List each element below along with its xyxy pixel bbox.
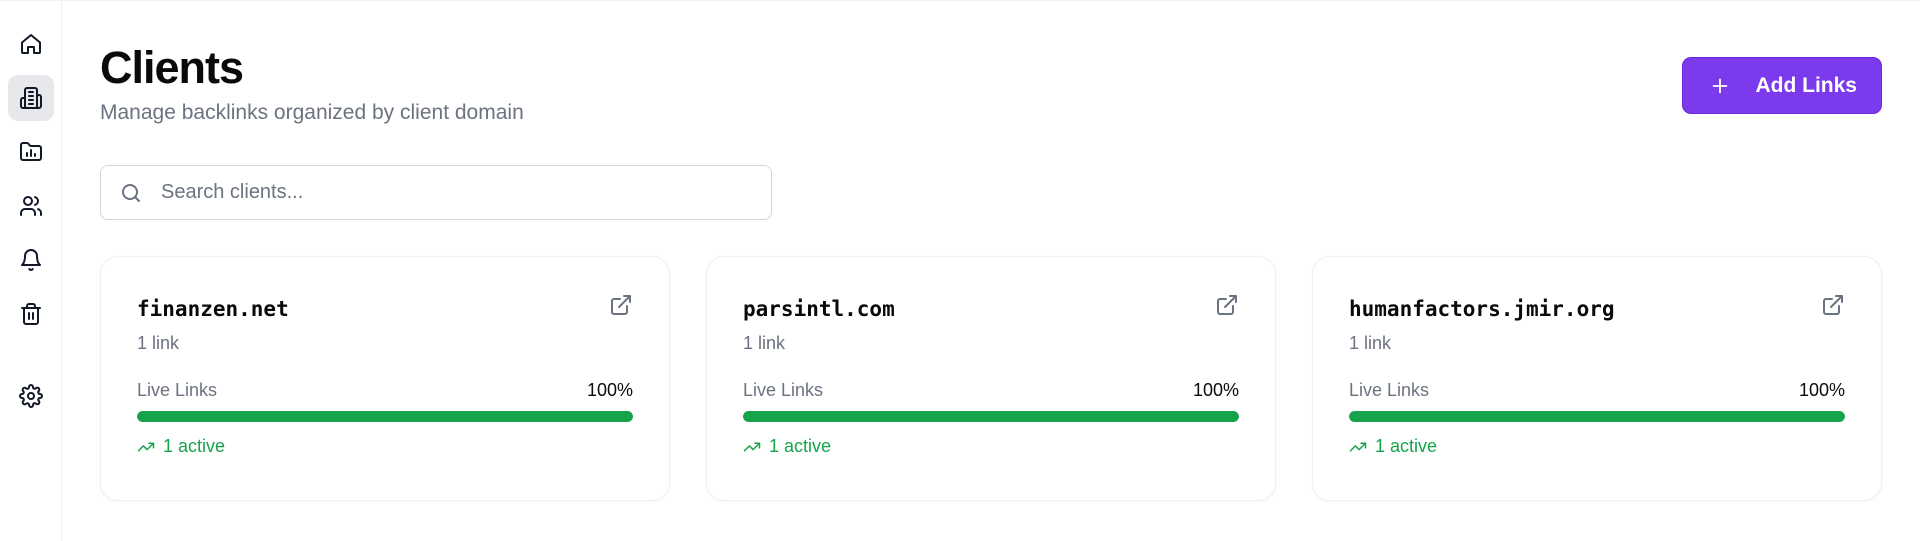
live-links-row: Live Links 100%: [137, 380, 633, 401]
trending-up-icon: [743, 442, 761, 451]
add-links-label: Add Links: [1755, 73, 1857, 97]
client-domain: parsintl.com: [743, 297, 895, 321]
gear-icon: [18, 384, 43, 408]
main-content: Clients Manage backlinks organized by cl…: [62, 1, 1920, 541]
active-status: 1 active: [743, 436, 1239, 457]
sidebar-item-reports[interactable]: [8, 129, 54, 175]
sidebar-item-notifications[interactable]: [8, 237, 54, 283]
live-links-progress: [137, 411, 633, 422]
sidebar: [0, 1, 62, 541]
live-links-percent: 100%: [1798, 380, 1845, 400]
home-icon: [20, 34, 41, 54]
sidebar-item-clients[interactable]: [7, 75, 54, 121]
active-status: 1 active: [137, 436, 633, 457]
app-root: Clients Manage backlinks organized by cl…: [0, 0, 1920, 541]
live-links-progress-fill: [743, 411, 1239, 422]
client-link-count: 1 link: [1349, 333, 1392, 353]
live-links-percent: 100%: [1192, 380, 1239, 400]
sidebar-item-settings[interactable]: [8, 373, 54, 419]
external-link-icon[interactable]: [609, 293, 633, 317]
live-links-progress: [1349, 411, 1845, 422]
search-input[interactable]: [161, 181, 771, 204]
trash-icon: [20, 303, 41, 325]
live-links-progress: [743, 411, 1239, 422]
live-links-row: Live Links 100%: [743, 380, 1239, 401]
active-count: 1 active: [769, 436, 832, 456]
users-icon: [19, 196, 42, 216]
active-count: 1 active: [163, 436, 226, 456]
client-cards: finanzen.net 1 link Live Links 100% 1 ac…: [100, 256, 1882, 501]
active-count: 1 active: [1375, 436, 1438, 456]
building-icon: [19, 87, 42, 109]
external-link-icon[interactable]: [1821, 293, 1845, 317]
search-icon: [122, 183, 140, 202]
live-links-label: Live Links: [1349, 380, 1430, 400]
live-links-label: Live Links: [137, 380, 218, 400]
bell-icon: [20, 249, 41, 271]
client-card[interactable]: humanfactors.jmir.org 1 link Live Links …: [1312, 256, 1882, 501]
plus-icon: [1713, 78, 1728, 93]
live-links-percent: 100%: [586, 380, 633, 400]
trending-up-icon: [137, 442, 155, 451]
active-status: 1 active: [1349, 436, 1845, 457]
page-subtitle: Manage backlinks organized by client dom…: [100, 101, 524, 124]
add-links-button[interactable]: Add Links: [1682, 57, 1882, 114]
trending-up-icon: [1349, 442, 1367, 451]
title-block: Clients Manage backlinks organized by cl…: [100, 41, 524, 125]
page-header: Clients Manage backlinks organized by cl…: [100, 41, 1882, 125]
sidebar-item-home[interactable]: [8, 21, 54, 67]
sidebar-item-users[interactable]: [8, 183, 54, 229]
client-domain: finanzen.net: [137, 297, 289, 321]
client-domain: humanfactors.jmir.org: [1349, 297, 1615, 321]
live-links-row: Live Links 100%: [1349, 380, 1845, 401]
live-links-label: Live Links: [743, 380, 824, 400]
page-title: Clients: [100, 42, 244, 93]
external-link-icon[interactable]: [1215, 293, 1239, 317]
search-box[interactable]: [100, 165, 772, 220]
live-links-progress-fill: [137, 411, 633, 422]
client-card[interactable]: finanzen.net 1 link Live Links 100% 1 ac…: [100, 256, 670, 501]
client-card[interactable]: parsintl.com 1 link Live Links 100% 1 ac…: [706, 256, 1276, 501]
client-link-count: 1 link: [137, 333, 180, 353]
client-link-count: 1 link: [743, 333, 786, 353]
sidebar-item-trash[interactable]: [8, 291, 54, 337]
live-links-progress-fill: [1349, 411, 1845, 422]
folder-chart-icon: [19, 142, 42, 161]
